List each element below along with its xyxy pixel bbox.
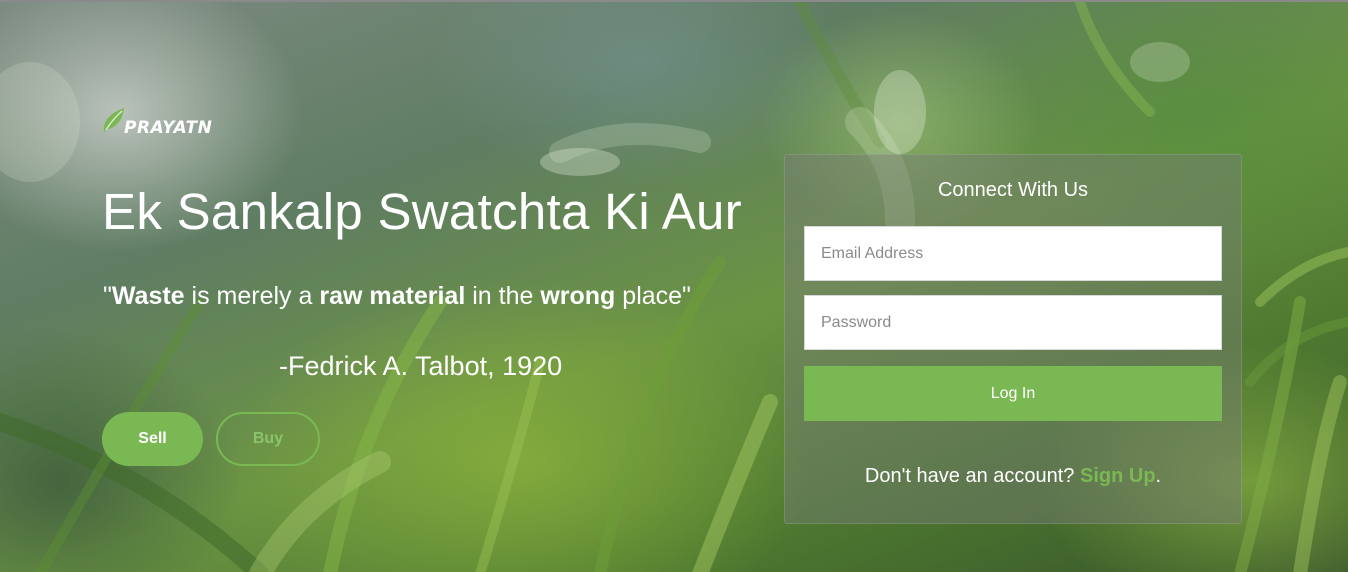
quote-author: -Fedrick A. Talbot, 1920 — [279, 351, 563, 381]
signup-prompt-text: Don't have an account? — [864, 465, 1080, 487]
quote-word-raw-material: raw material — [319, 282, 466, 310]
landing-page: PRAYATN Ek Sankalp Swatchta Ki Aur "Wast… — [0, 0, 1348, 572]
quote-text-1: is merely a — [184, 282, 320, 310]
quote-open-mark: " — [103, 282, 112, 310]
email-field[interactable] — [804, 226, 1222, 281]
quote-text-3: place" — [615, 282, 691, 310]
login-panel-title: Connect With Us — [937, 179, 1089, 201]
signup-suffix: . — [1155, 465, 1162, 487]
brand-logo-text: PRAYATN — [124, 118, 213, 138]
signup-link[interactable]: Sign Up — [1080, 465, 1156, 487]
hero-headline: Ek Sankalp Swatchta Ki Aur — [102, 183, 742, 240]
signup-prompt: Don't have an account? Sign Up. — [785, 465, 1241, 488]
hero-quote: "Waste is merely a raw material in the w… — [103, 282, 691, 311]
brand-logo[interactable]: PRAYATN — [100, 106, 260, 146]
quote-word-wrong: wrong — [540, 282, 616, 310]
password-field[interactable] — [804, 295, 1222, 350]
quote-text-2: in the — [465, 282, 541, 310]
login-panel: Connect With Us Log In Don't have an acc… — [784, 154, 1242, 524]
sell-button[interactable]: Sell — [102, 412, 203, 466]
buy-button[interactable]: Buy — [216, 412, 320, 466]
quote-word-waste: Waste — [111, 282, 185, 310]
login-button[interactable]: Log In — [804, 366, 1222, 421]
